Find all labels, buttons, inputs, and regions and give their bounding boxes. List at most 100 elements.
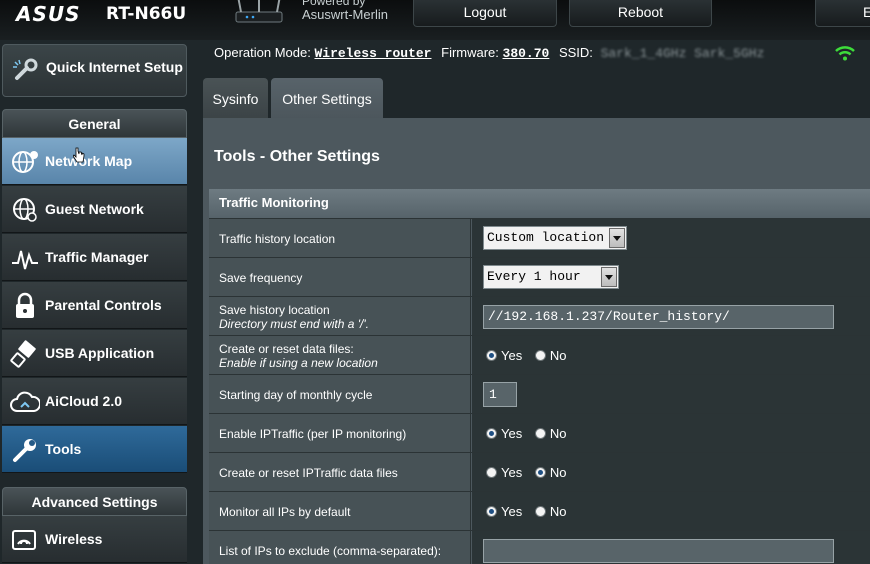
sidebar-item-tools[interactable]: Tools bbox=[2, 426, 187, 473]
sidebar-item-traffic-manager[interactable]: Traffic Manager bbox=[2, 234, 187, 281]
sidebar-item-network-map[interactable]: Network Map bbox=[2, 138, 187, 185]
tab-sysinfo[interactable]: Sysinfo bbox=[203, 78, 268, 119]
sidebar-item-label: Wireless bbox=[45, 531, 103, 547]
yes-radio[interactable] bbox=[486, 467, 497, 478]
quick-setup-label: Quick Internet Setup bbox=[46, 59, 183, 75]
operation-mode-link[interactable]: Wireless router bbox=[314, 46, 431, 61]
label-text: Traffic history location bbox=[219, 231, 336, 246]
select-value: Every 1 hour bbox=[487, 269, 581, 284]
yes-label: Yes bbox=[501, 426, 523, 441]
enable-iptraffic-radio-group: Yes No bbox=[486, 426, 575, 441]
logout-button[interactable]: Logout bbox=[413, 0, 557, 27]
wifi-status-icon[interactable] bbox=[834, 44, 856, 62]
row-label: Enable IPTraffic (per IP monitoring) bbox=[209, 414, 471, 453]
ssid-value: Sark_1_4GHz Sark_5GHz bbox=[600, 46, 765, 61]
status-bar: Operation Mode: Wireless router Firmware… bbox=[214, 45, 764, 61]
table-row: Traffic history location Custom location bbox=[209, 218, 870, 258]
asus-logo: ASUS bbox=[16, 2, 81, 26]
sidebar-item-aicloud[interactable]: AiCloud 2.0 bbox=[2, 378, 187, 425]
firmware-brand: Asuswrt-Merlin bbox=[302, 7, 388, 22]
row-label: Starting day of monthly cycle bbox=[209, 375, 471, 414]
page-title: Tools - Other Settings bbox=[214, 148, 380, 165]
label-text: Create or reset IPTraffic data files bbox=[219, 465, 398, 480]
no-label: No bbox=[549, 426, 567, 441]
row-control: 1 bbox=[472, 375, 870, 414]
table-row: Save frequency Every 1 hour bbox=[209, 257, 870, 297]
sidebar-item-label: Tools bbox=[45, 441, 82, 457]
no-radio[interactable] bbox=[534, 428, 546, 439]
table-row: Starting day of monthly cycle 1 bbox=[209, 374, 870, 414]
usb-icon bbox=[10, 340, 36, 368]
label-text: Starting day of monthly cycle bbox=[219, 387, 373, 402]
label-text: Create or reset data files: bbox=[219, 341, 354, 356]
label-hint: Enable if using a new location bbox=[219, 355, 378, 370]
label-hint: Directory must end with a '/'. bbox=[219, 316, 369, 331]
row-label: Save frequency bbox=[209, 258, 471, 297]
yes-radio[interactable] bbox=[486, 350, 497, 361]
quick-setup-icon bbox=[13, 58, 38, 80]
row-label: Traffic history location bbox=[209, 219, 471, 258]
sidebar-item-wireless[interactable]: Wireless bbox=[2, 516, 187, 563]
yes-radio[interactable] bbox=[486, 428, 497, 439]
section-header: Traffic Monitoring bbox=[209, 189, 870, 218]
row-control bbox=[472, 531, 870, 564]
ssid-label: SSID: bbox=[558, 45, 593, 60]
traffic-history-location-select[interactable]: Custom location bbox=[483, 226, 627, 250]
no-radio[interactable] bbox=[534, 506, 546, 517]
exclude-ips-input[interactable] bbox=[483, 539, 834, 563]
row-control: Yes No bbox=[472, 492, 870, 531]
advanced-settings-header: Advanced Settings bbox=[2, 487, 187, 516]
no-radio[interactable] bbox=[534, 350, 546, 361]
row-label: Create or reset data files: Enable if us… bbox=[209, 336, 471, 375]
firmware-label: Firmware: bbox=[441, 45, 499, 60]
table-row: Monitor all IPs by default Yes No bbox=[209, 491, 870, 531]
sidebar-item-label: AiCloud 2.0 bbox=[45, 393, 123, 409]
language-button[interactable]: E bbox=[815, 0, 870, 27]
save-frequency-select[interactable]: Every 1 hour bbox=[483, 265, 619, 289]
row-label: Create or reset IPTraffic data files bbox=[209, 453, 471, 492]
row-label: Monitor all IPs by default bbox=[209, 492, 471, 531]
sidebar-item-usb-application[interactable]: USB Application bbox=[2, 330, 187, 377]
label-text: Enable IPTraffic (per IP monitoring) bbox=[219, 426, 407, 441]
row-control: Yes No bbox=[472, 414, 870, 453]
row-label: Save history location Directory must end… bbox=[209, 297, 471, 336]
wireless-icon bbox=[12, 530, 36, 550]
monitor-all-ips-radio-group: Yes No bbox=[486, 504, 575, 519]
sidebar-item-guest-network[interactable]: Guest Network bbox=[2, 186, 187, 233]
save-history-location-input[interactable]: //192.168.1.237/Router_history/ bbox=[483, 305, 834, 329]
reset-iptraffic-radio-group: Yes No bbox=[486, 465, 575, 480]
sidebar-item-parental-controls[interactable]: Parental Controls bbox=[2, 282, 187, 329]
parental-lock-icon bbox=[16, 292, 34, 318]
traffic-manager-icon bbox=[12, 250, 38, 270]
firmware-link[interactable]: 380.70 bbox=[503, 46, 550, 61]
quick-internet-setup-button[interactable]: Quick Internet Setup bbox=[2, 44, 187, 97]
create-reset-data-radio-group: Yes No bbox=[486, 348, 575, 363]
monthly-cycle-day-input[interactable]: 1 bbox=[483, 382, 517, 407]
table-row: Enable IPTraffic (per IP monitoring) Yes… bbox=[209, 413, 870, 453]
operation-mode-label: Operation Mode: bbox=[214, 45, 311, 60]
chevron-down-icon[interactable] bbox=[601, 267, 617, 287]
sidebar-item-label: Network Map bbox=[45, 153, 133, 169]
yes-label: Yes bbox=[501, 504, 523, 519]
router-icon bbox=[235, 0, 283, 23]
yes-radio[interactable] bbox=[486, 506, 497, 517]
reboot-button[interactable]: Reboot bbox=[569, 0, 712, 27]
chevron-down-icon[interactable] bbox=[609, 228, 625, 248]
sidebar-item-label: Guest Network bbox=[45, 201, 144, 217]
label-text: List of IPs to exclude (comma-separated)… bbox=[219, 543, 442, 558]
tab-other-settings[interactable]: Other Settings bbox=[271, 78, 383, 119]
mouse-cursor-icon bbox=[73, 147, 85, 163]
table-row: List of IPs to exclude (comma-separated)… bbox=[209, 530, 870, 564]
no-radio[interactable] bbox=[534, 467, 546, 478]
select-value: Custom location bbox=[487, 230, 605, 245]
row-control: Yes No bbox=[472, 453, 870, 492]
label-text: Monitor all IPs by default bbox=[219, 504, 351, 519]
sidebar-item-label: Traffic Manager bbox=[45, 249, 149, 265]
guest-network-icon bbox=[13, 198, 37, 222]
table-row: Create or reset IPTraffic data files Yes… bbox=[209, 452, 870, 492]
row-control: //192.168.1.237/Router_history/ bbox=[472, 297, 870, 336]
top-header: ASUS RT-N66U Powered by Asuswrt-Merlin L… bbox=[0, 0, 870, 40]
wrench-icon bbox=[13, 439, 36, 462]
sidebar-item-label: USB Application bbox=[45, 345, 155, 361]
cloud-icon bbox=[10, 391, 40, 412]
